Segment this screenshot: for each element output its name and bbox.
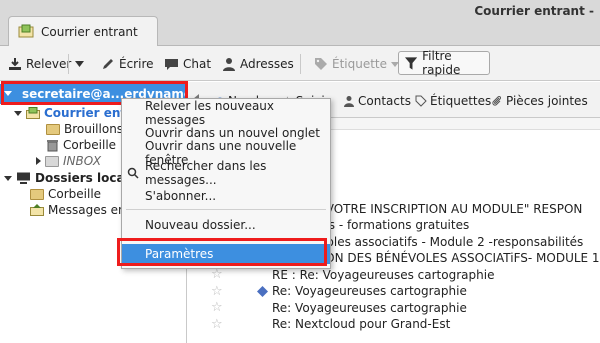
folder-outbox-label: Messages en (48, 203, 126, 217)
folder-drafts-label: Brouillons (64, 122, 124, 136)
message-subject: Re: Nextcloud pour Grand-Est (272, 317, 451, 331)
folder-icon (45, 155, 59, 167)
chat-icon (165, 59, 178, 70)
title-bar: Courrier entrant - Courrier entrant (0, 0, 600, 46)
filter-attachments-label: Pièces jointes (506, 94, 588, 108)
get-messages-label: Relever (26, 57, 72, 71)
inbox-icon (26, 107, 40, 119)
message-subject: Re: Voyageureuses cartographie (272, 300, 467, 315)
message-subject: Re: Voyageureuses cartographie (272, 284, 467, 298)
folder-local-trash[interactable]: Corbeille (30, 186, 101, 202)
expand-icon[interactable] (4, 175, 12, 181)
address-book-button[interactable]: Adresses (222, 53, 294, 75)
folder-inbox-sub[interactable]: INBOX (36, 153, 101, 169)
folder-outbox[interactable]: Messages en (30, 202, 126, 218)
message-subject: RE : Re: Voyageureuses cartographie (272, 267, 495, 282)
menu-search-messages[interactable]: Rechercher dans les messages... (122, 159, 330, 187)
menu-new-folder-label: Nouveau dossier... (145, 218, 256, 232)
window-title: Courrier entrant - (474, 4, 594, 18)
menu-separator (126, 209, 326, 210)
star-icon[interactable]: ☆ (211, 267, 223, 282)
star-icon[interactable]: ☆ (211, 317, 223, 332)
folder-drafts[interactable]: Brouillons (46, 121, 123, 137)
search-icon (127, 167, 139, 179)
star-icon[interactable]: ☆ (211, 284, 223, 299)
filter-icon (405, 56, 418, 70)
menu-open-new-tab-label: Ouvrir dans un nouvel onglet (145, 126, 321, 140)
get-messages-dropdown[interactable] (75, 53, 84, 75)
quick-filter-label: Filtre rapide (422, 49, 461, 77)
filter-contacts-label: Contacts (358, 94, 411, 108)
trash-icon (47, 139, 58, 151)
folder-trash-label: Corbeille (63, 138, 117, 152)
quick-filter-button[interactable]: Filtre rapide (398, 49, 490, 77)
folder-trash[interactable]: Corbeille (46, 137, 116, 153)
menu-subscribe-label: S'abonner... (145, 189, 217, 203)
person-icon (344, 96, 354, 107)
chat-button[interactable]: Chat (164, 53, 211, 75)
folder-local-trash-label: Corbeille (48, 187, 102, 201)
message-row[interactable]: ☆ Re: Voyageureuses cartographie (187, 299, 600, 316)
filter-tags-label: Étiquettes (430, 94, 492, 108)
person-icon (223, 58, 235, 71)
address-book-label: Adresses (240, 57, 294, 71)
chevron-down-icon (75, 61, 84, 67)
toolbar-separator (300, 54, 301, 74)
star-icon[interactable]: ☆ (211, 300, 223, 315)
write-label: Écrire (119, 57, 154, 71)
outbox-icon (30, 204, 44, 216)
filter-attachments[interactable]: Pièces jointes (491, 94, 588, 108)
tag-icon (415, 95, 427, 107)
toolbar-separator (68, 54, 69, 74)
folder-inbox-sub-label: INBOX (63, 154, 102, 168)
computer-icon (17, 172, 30, 184)
inbox-icon (18, 24, 34, 38)
download-icon (9, 58, 21, 70)
menu-new-folder[interactable]: Nouveau dossier... (122, 215, 330, 235)
expand-icon[interactable] (36, 157, 41, 165)
message-row[interactable]: ☆ Re: Nextcloud pour Grand-Est (187, 316, 600, 333)
paperclip-icon (492, 95, 502, 106)
folder-icon (46, 123, 60, 135)
get-messages-button[interactable]: Relever (8, 53, 71, 75)
write-button[interactable]: Écrire (101, 53, 154, 75)
menu-search-messages-label: Rechercher dans les messages... (145, 159, 267, 187)
settings-highlight-box (117, 238, 327, 266)
tab-inbox[interactable]: Courrier entrant (8, 16, 158, 46)
pencil-icon (103, 59, 113, 69)
filter-contacts[interactable]: Contacts (343, 94, 411, 108)
tag-label: Étiquette (332, 57, 388, 71)
message-row[interactable]: ☆ Re: Voyageureuses cartographie (187, 283, 600, 300)
main-toolbar: Relever Écrire Chat Adresses Étiquette F… (0, 46, 600, 81)
menu-subscribe[interactable]: S'abonner... (122, 186, 330, 206)
tag-button[interactable]: Étiquette (314, 53, 400, 75)
filter-tags[interactable]: Étiquettes (415, 94, 491, 108)
expand-icon[interactable] (14, 110, 22, 116)
chat-label: Chat (183, 57, 212, 71)
tab-label: Courrier entrant (41, 25, 138, 39)
folder-icon (30, 188, 44, 200)
menu-get-messages[interactable]: Relever les nouveaux messages (122, 99, 330, 127)
replied-icon (257, 285, 268, 297)
tag-icon (315, 58, 327, 70)
